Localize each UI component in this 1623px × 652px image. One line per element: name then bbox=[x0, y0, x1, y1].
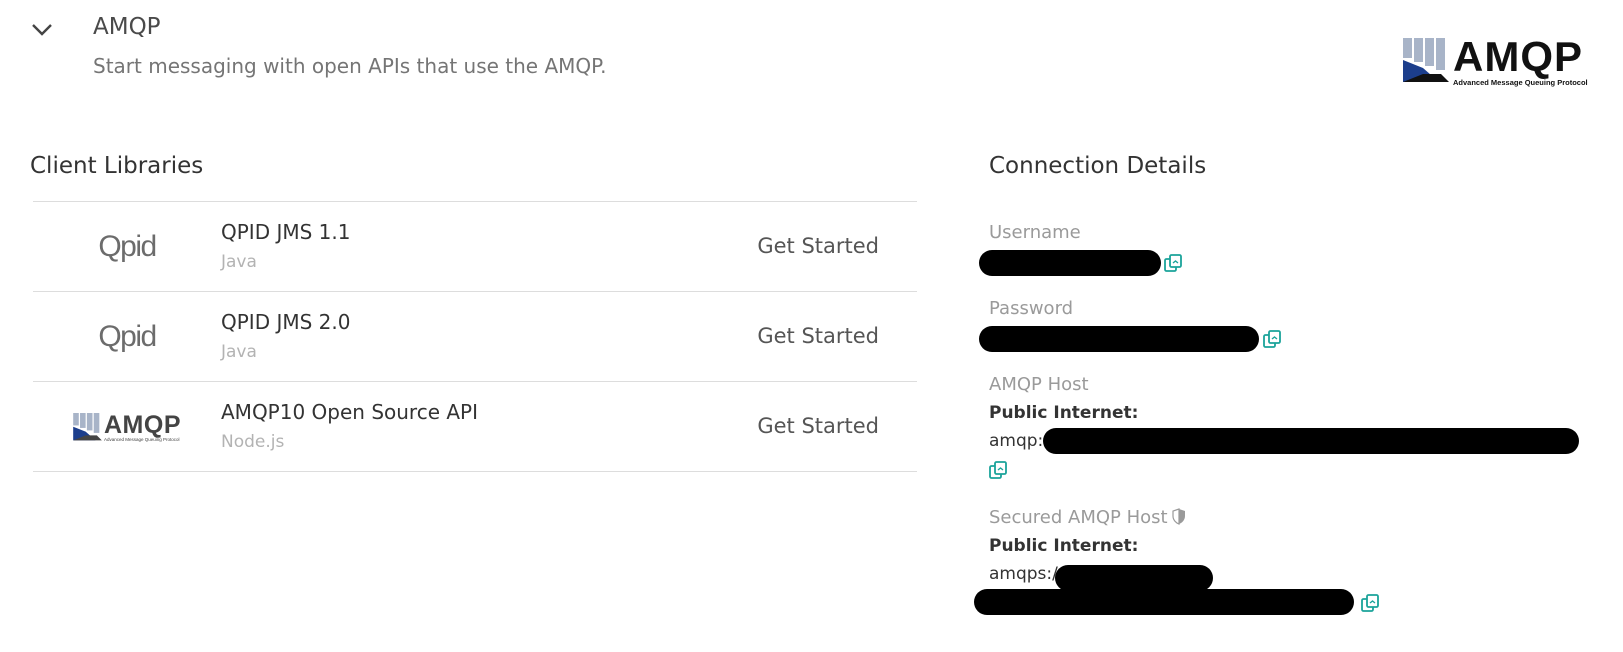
secured-amqp-host-redacted-value-line2 bbox=[974, 589, 1354, 615]
copy-icon[interactable] bbox=[1360, 593, 1380, 613]
list-item: Qpid QPID JMS 2.0 Java Get Started bbox=[33, 292, 917, 382]
secured-amqp-host-redacted-value-line1 bbox=[1055, 565, 1213, 591]
amqp-logo-mark-icon bbox=[73, 412, 102, 440]
amqp-small-logo: AMQP Advanced Message Queuing Protocol bbox=[33, 382, 221, 472]
page-title: AMQP bbox=[93, 14, 161, 40]
qpid-logo-text: Qpid bbox=[98, 230, 157, 263]
get-started-button[interactable]: Get Started bbox=[757, 234, 879, 258]
secured-amqp-host-label-text: Secured AMQP Host bbox=[989, 507, 1168, 528]
qpid-logo: Qpid bbox=[33, 202, 221, 292]
copy-icon[interactable] bbox=[988, 460, 1008, 480]
amqp-logo-text: AMQP bbox=[1453, 33, 1583, 80]
amqp-host-redacted-value bbox=[1043, 428, 1579, 454]
list-item: Qpid QPID JMS 1.1 Java Get Started bbox=[33, 202, 917, 292]
library-name: AMQP10 Open Source API bbox=[221, 400, 479, 424]
amqp-logo-tagline: Advanced Message Queuing Protocol bbox=[1453, 78, 1588, 87]
list-item: AMQP Advanced Message Queuing Protocol A… bbox=[33, 382, 917, 472]
library-name: QPID JMS 1.1 bbox=[221, 220, 351, 244]
amqp-host-label: AMQP Host bbox=[989, 374, 1089, 395]
amqp-logo: AMQP Advanced Message Queuing Protocol bbox=[1403, 33, 1588, 87]
connection-details-heading: Connection Details bbox=[989, 153, 1207, 179]
library-language: Java bbox=[221, 252, 257, 272]
client-libraries-list: Qpid QPID JMS 1.1 Java Get Started Qpid … bbox=[33, 201, 917, 472]
get-started-button[interactable]: Get Started bbox=[757, 324, 879, 348]
secured-amqp-host-label: Secured AMQP Host bbox=[989, 507, 1186, 528]
copy-icon[interactable] bbox=[1262, 329, 1282, 349]
library-language: Java bbox=[221, 342, 257, 362]
password-label: Password bbox=[989, 298, 1074, 319]
amqp-host-value-prefix: amqp: bbox=[989, 431, 1044, 451]
password-redacted-value bbox=[979, 326, 1259, 352]
amqp-logo-text: AMQP bbox=[104, 410, 181, 439]
qpid-logo: Qpid bbox=[33, 292, 221, 382]
library-name: QPID JMS 2.0 bbox=[221, 310, 351, 334]
shield-icon bbox=[1172, 508, 1185, 525]
username-label: Username bbox=[989, 222, 1081, 243]
chevron-down-icon[interactable] bbox=[30, 18, 54, 42]
amqp-host-network-label: Public Internet: bbox=[989, 403, 1139, 423]
secured-amqp-host-value-prefix: amqps:/ bbox=[989, 564, 1058, 584]
qpid-logo-text: Qpid bbox=[98, 320, 157, 353]
amqp-logo-mark-icon bbox=[1403, 38, 1449, 82]
secured-amqp-host-network-label: Public Internet: bbox=[989, 536, 1139, 556]
get-started-button[interactable]: Get Started bbox=[757, 414, 879, 438]
copy-icon[interactable] bbox=[1163, 253, 1183, 273]
amqp-logo-tagline: Advanced Message Queuing Protocol bbox=[104, 436, 180, 442]
client-libraries-heading: Client Libraries bbox=[30, 153, 204, 179]
page-subtitle: Start messaging with open APIs that use … bbox=[93, 54, 607, 78]
library-language: Node.js bbox=[221, 432, 285, 452]
username-redacted-value bbox=[979, 250, 1161, 276]
